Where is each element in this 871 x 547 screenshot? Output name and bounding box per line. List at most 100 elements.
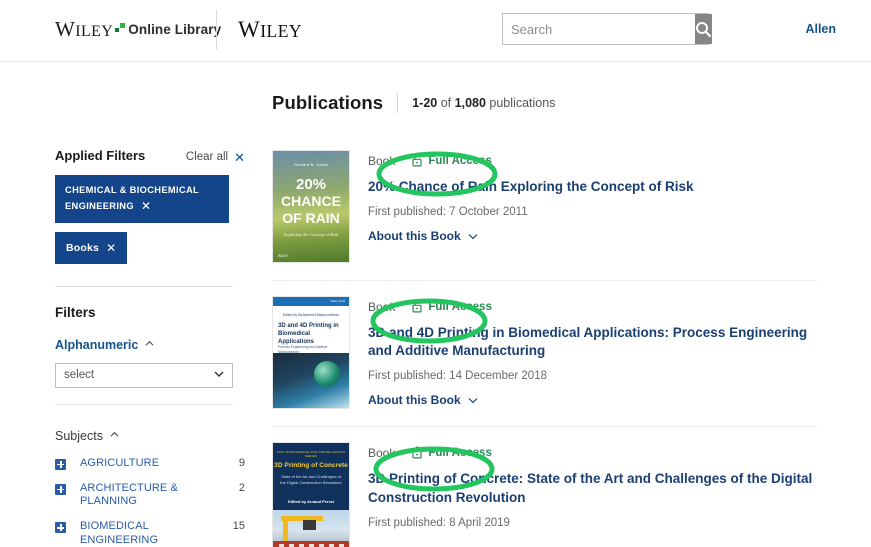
filter-chip-label: Books (66, 242, 100, 255)
cover-crane-graphic (283, 516, 288, 543)
plus-icon[interactable] (55, 458, 66, 470)
logo-dot-icon (115, 23, 126, 32)
result-publish-date: First published: 7 October 2011 (368, 206, 528, 219)
access-badge: Full Access (412, 154, 492, 167)
cover-globe-graphic (314, 361, 340, 387)
header-divider (216, 10, 217, 50)
chevron-up-icon (145, 339, 154, 348)
results-unit: publications (489, 96, 556, 110)
result-publish-date: First published: 14 December 2018 (368, 370, 547, 383)
cover-photo (273, 510, 349, 547)
clear-all-button[interactable]: Clear all ✕ (186, 151, 245, 164)
access-label: Full Access (428, 154, 492, 167)
cover-series: CIVIL ENGINEERING AND GEOMECHANICS SERIE… (276, 450, 346, 459)
alphanumeric-select[interactable]: select (55, 362, 233, 388)
about-this-book-toggle[interactable]: About this Book (368, 229, 478, 243)
subject-label: AGRICULTURE (80, 456, 160, 469)
cover-title-line1: 20% (295, 176, 327, 193)
plus-icon[interactable] (55, 483, 66, 495)
result-header-row: Book Full Access (368, 152, 817, 169)
page-root: WILEY Online Library WILEY Allen Publica… (0, 0, 871, 547)
cover-title-line2: CHANCE (281, 193, 341, 209)
results-list: Richard B. Jones 20% CHANCE OF RAIN Expl… (272, 150, 817, 547)
filters-sidebar: Applied Filters Clear all ✕ CHEMICAL & B… (55, 148, 245, 547)
subject-item[interactable]: ARCHITECTURE & PLANNING 2 (55, 482, 245, 510)
cover-top-bar: Wiley-VCH (273, 297, 349, 306)
subject-count: 9 (238, 456, 245, 469)
cover-title-line3: OF RAIN (282, 210, 340, 226)
result-header-row: Book Full Access (368, 298, 817, 315)
plus-icon[interactable] (55, 522, 66, 533)
cover-subtitle: Exploring the Concept of Risk (283, 232, 339, 237)
facet-subjects-label: Subjects (55, 428, 103, 443)
result-title-link[interactable]: 20% Chance of Rain Exploring the Concept… (368, 178, 817, 196)
filter-chip[interactable]: Books ✕ (55, 232, 128, 264)
alphanumeric-select-value: select (64, 369, 95, 382)
cover-author: Richard B. Jones (294, 162, 328, 167)
cover-title: 3D Printing of Concrete (274, 462, 348, 470)
about-this-book-toggle[interactable]: About this Book (368, 393, 478, 407)
open-lock-icon (412, 154, 422, 167)
facet-alphanumeric-label: Alphanumeric (55, 337, 139, 352)
cover-photo (273, 353, 349, 408)
search-icon (696, 21, 712, 37)
facet-subjects-header[interactable]: Subjects (55, 429, 245, 443)
result-title-link[interactable]: 3D and 4D Printing in Biomedical Applica… (368, 324, 817, 360)
cover-editor: Edited by Mohammed Maniruzzaman (282, 313, 340, 317)
search-box (502, 13, 712, 45)
result-header-row: Book Full Access (368, 444, 817, 461)
facet-alphanumeric-header[interactable]: Alphanumeric (55, 338, 245, 352)
applied-filters-header: Applied Filters Clear all ✕ (55, 148, 245, 164)
result-item: Richard B. Jones 20% CHANCE OF RAIN Expl… (272, 150, 817, 280)
book-cover-image[interactable]: Richard B. Jones 20% CHANCE OF RAIN Expl… (272, 150, 350, 263)
page-title: Publications (272, 92, 384, 113)
results-range: 1-20 (412, 96, 438, 110)
access-badge: Full Access (412, 300, 492, 313)
result-publish-date: First published: 8 April 2019 (368, 516, 510, 529)
result-item: Wiley-VCH Edited by Mohammed Maniruzzama… (272, 280, 817, 426)
result-meta: Book Full Access 20% Chance of Rain Expl… (368, 150, 817, 263)
cover-brand: WILEY (278, 254, 289, 258)
cover-base-graphic (273, 541, 349, 547)
result-title-link[interactable]: 3D Printing of Concrete: State of the Ar… (368, 470, 817, 506)
subject-count: 15 (232, 520, 245, 532)
title-divider (397, 93, 399, 113)
open-lock-icon (412, 300, 422, 313)
filters-title: Filters (55, 304, 96, 320)
about-label: About this Book (368, 393, 461, 408)
about-label: About this Book (368, 229, 461, 244)
chevron-up-icon (110, 430, 119, 439)
user-account-link[interactable]: Allen (805, 22, 836, 36)
search-button[interactable] (695, 14, 712, 44)
cover-bar-text: Wiley-VCH (330, 299, 345, 303)
close-icon[interactable]: ✕ (141, 198, 151, 215)
subject-item[interactable]: AGRICULTURE 9 (55, 457, 245, 471)
results-of-word: of (440, 96, 452, 110)
filter-chip-label: CHEMICAL & BIOCHEMICAL ENGINEERING (65, 184, 199, 211)
access-badge: Full Access (412, 446, 492, 459)
cover-editor: Edited by Arnaud Perrot (288, 499, 334, 505)
open-lock-icon (412, 446, 422, 459)
applied-filter-chips: CHEMICAL & BIOCHEMICAL ENGINEERING ✕ Book… (55, 174, 245, 264)
chevron-down-icon (468, 229, 478, 243)
results-total: 1,080 (454, 96, 486, 110)
cover-title: 3D and 4D Printing in Biomedical Applica… (278, 323, 339, 346)
book-cover-image[interactable]: CIVIL ENGINEERING AND GEOMECHANICS SERIE… (272, 442, 350, 547)
subject-item[interactable]: BIOMEDICAL ENGINEERING 15 (55, 520, 245, 547)
subject-count: 2 (238, 481, 245, 494)
result-item: CIVIL ENGINEERING AND GEOMECHANICS SERIE… (272, 426, 817, 547)
result-meta: Book Full Access 3D Printing of Concrete… (368, 442, 817, 547)
filter-chip[interactable]: CHEMICAL & BIOCHEMICAL ENGINEERING ✕ (55, 174, 229, 224)
book-cover-image[interactable]: Wiley-VCH Edited by Mohammed Maniruzzama… (272, 296, 350, 409)
close-icon[interactable]: ✕ (106, 240, 116, 257)
wiley-online-library-logo[interactable]: WILEY Online Library (55, 17, 221, 42)
access-label: Full Access (428, 446, 492, 459)
wiley-brand-logo[interactable]: WILEY (238, 17, 302, 43)
sidebar-divider (55, 285, 233, 287)
search-input[interactable] (503, 14, 695, 44)
result-meta: Book Full Access 3D and 4D Printing in B… (368, 296, 817, 409)
subject-label: BIOMEDICAL ENGINEERING (80, 520, 159, 546)
clear-all-label: Clear all (185, 151, 229, 163)
logo-wiley-text: WILEY (55, 17, 114, 41)
result-type-label: Book (368, 299, 396, 314)
